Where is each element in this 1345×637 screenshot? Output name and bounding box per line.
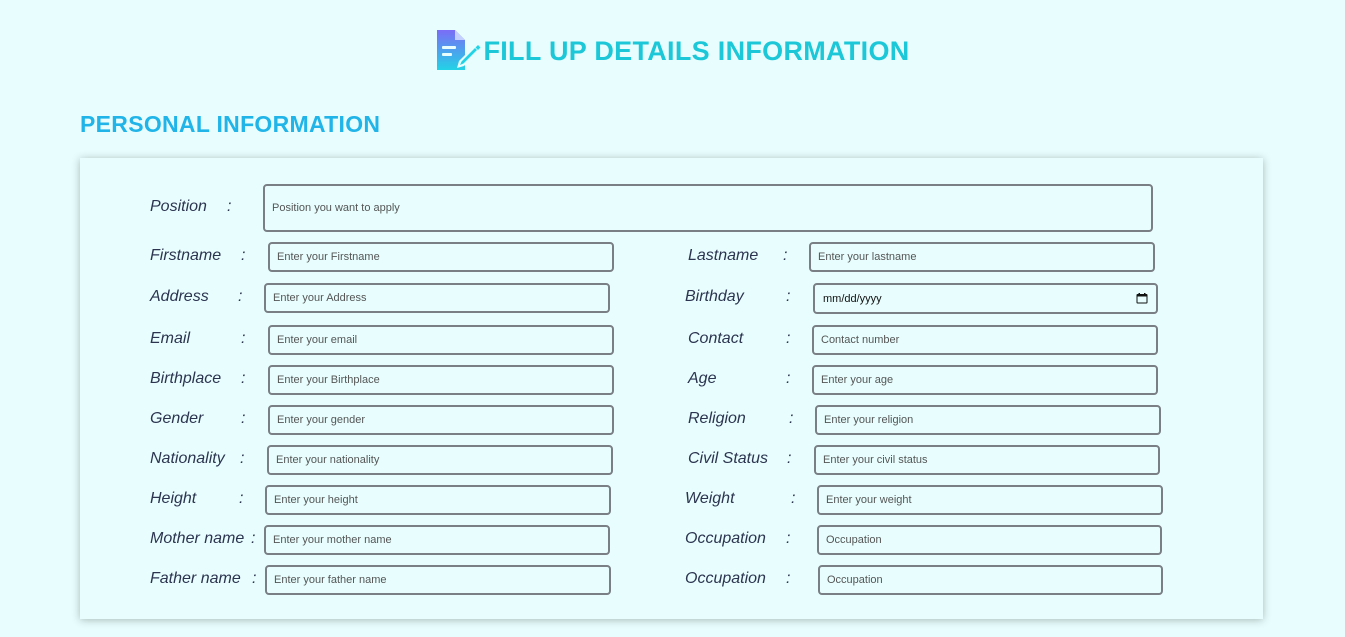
calendar-icon[interactable]	[1136, 293, 1148, 304]
father-name-label: Father name	[150, 570, 241, 587]
nationality-label: Nationality	[150, 450, 225, 467]
lastname-label: Lastname	[688, 247, 759, 264]
religion-label: Religion	[688, 410, 746, 427]
weight-label: Weight	[685, 490, 735, 507]
weight-input[interactable]	[817, 485, 1163, 515]
birthplace-label: Birthplace	[150, 370, 222, 387]
mother-occupation-input[interactable]	[817, 525, 1162, 555]
page-title: FILL UP DETAILS INFORMATION	[483, 35, 910, 66]
lastname-colon: :	[783, 247, 788, 264]
birthday-label: Birthday	[685, 288, 744, 305]
age-colon: :	[786, 370, 791, 387]
mother-name-label: Mother name	[150, 530, 245, 547]
email-input[interactable]	[268, 325, 614, 355]
firstname-colon: :	[241, 247, 246, 264]
firstname-input[interactable]	[268, 242, 614, 272]
page-header: FILL UP DETAILS INFORMATION	[0, 26, 1345, 76]
father-occupation-label: Occupation	[685, 570, 766, 587]
nationality-input[interactable]	[267, 445, 613, 475]
firstname-label: Firstname	[150, 247, 222, 264]
address-colon: :	[238, 288, 243, 305]
age-label: Age	[688, 370, 717, 387]
contact-input[interactable]	[812, 325, 1158, 355]
personal-info-card: Position : Firstname : Lastname : Addres…	[80, 158, 1263, 619]
mother-name-input[interactable]	[264, 525, 610, 555]
birthday-colon: :	[786, 288, 791, 305]
religion-colon: :	[789, 410, 794, 427]
height-colon: :	[239, 490, 244, 507]
father-name-colon: :	[252, 570, 257, 587]
age-input[interactable]	[812, 365, 1158, 395]
position-colon: :	[227, 198, 232, 215]
civil-status-label: Civil Status	[688, 450, 769, 467]
address-input[interactable]	[264, 283, 610, 313]
gender-colon: :	[241, 410, 246, 427]
contact-colon: :	[786, 330, 791, 347]
email-label: Email	[150, 330, 191, 347]
religion-input[interactable]	[815, 405, 1161, 435]
civil-status-colon: :	[787, 450, 792, 467]
mother-occupation-colon: :	[786, 530, 791, 547]
birthday-date-input[interactable]: mm/dd/yyyy	[813, 283, 1158, 314]
lastname-input[interactable]	[809, 242, 1155, 272]
section-title: PERSONAL INFORMATION	[80, 111, 381, 137]
father-occupation-input[interactable]	[818, 565, 1163, 595]
father-name-input[interactable]	[265, 565, 611, 595]
birthday-date-text: mm/dd/yyyy	[823, 292, 882, 305]
contact-label: Contact	[688, 330, 744, 347]
position-input[interactable]	[263, 184, 1153, 232]
email-colon: :	[241, 330, 246, 347]
gender-label: Gender	[150, 410, 204, 427]
nationality-colon: :	[240, 450, 245, 467]
father-occupation-colon: :	[786, 570, 791, 587]
address-label: Address	[150, 288, 209, 305]
mother-name-colon: :	[251, 530, 256, 547]
weight-colon: :	[791, 490, 796, 507]
position-label: Position	[150, 198, 207, 215]
civil-status-input[interactable]	[814, 445, 1160, 475]
birthplace-colon: :	[241, 370, 246, 387]
height-input[interactable]	[265, 485, 611, 515]
gender-input[interactable]	[268, 405, 614, 435]
mother-occupation-label: Occupation	[685, 530, 766, 547]
document-edit-icon	[437, 30, 481, 70]
birthplace-input[interactable]	[268, 365, 614, 395]
height-label: Height	[150, 490, 197, 507]
